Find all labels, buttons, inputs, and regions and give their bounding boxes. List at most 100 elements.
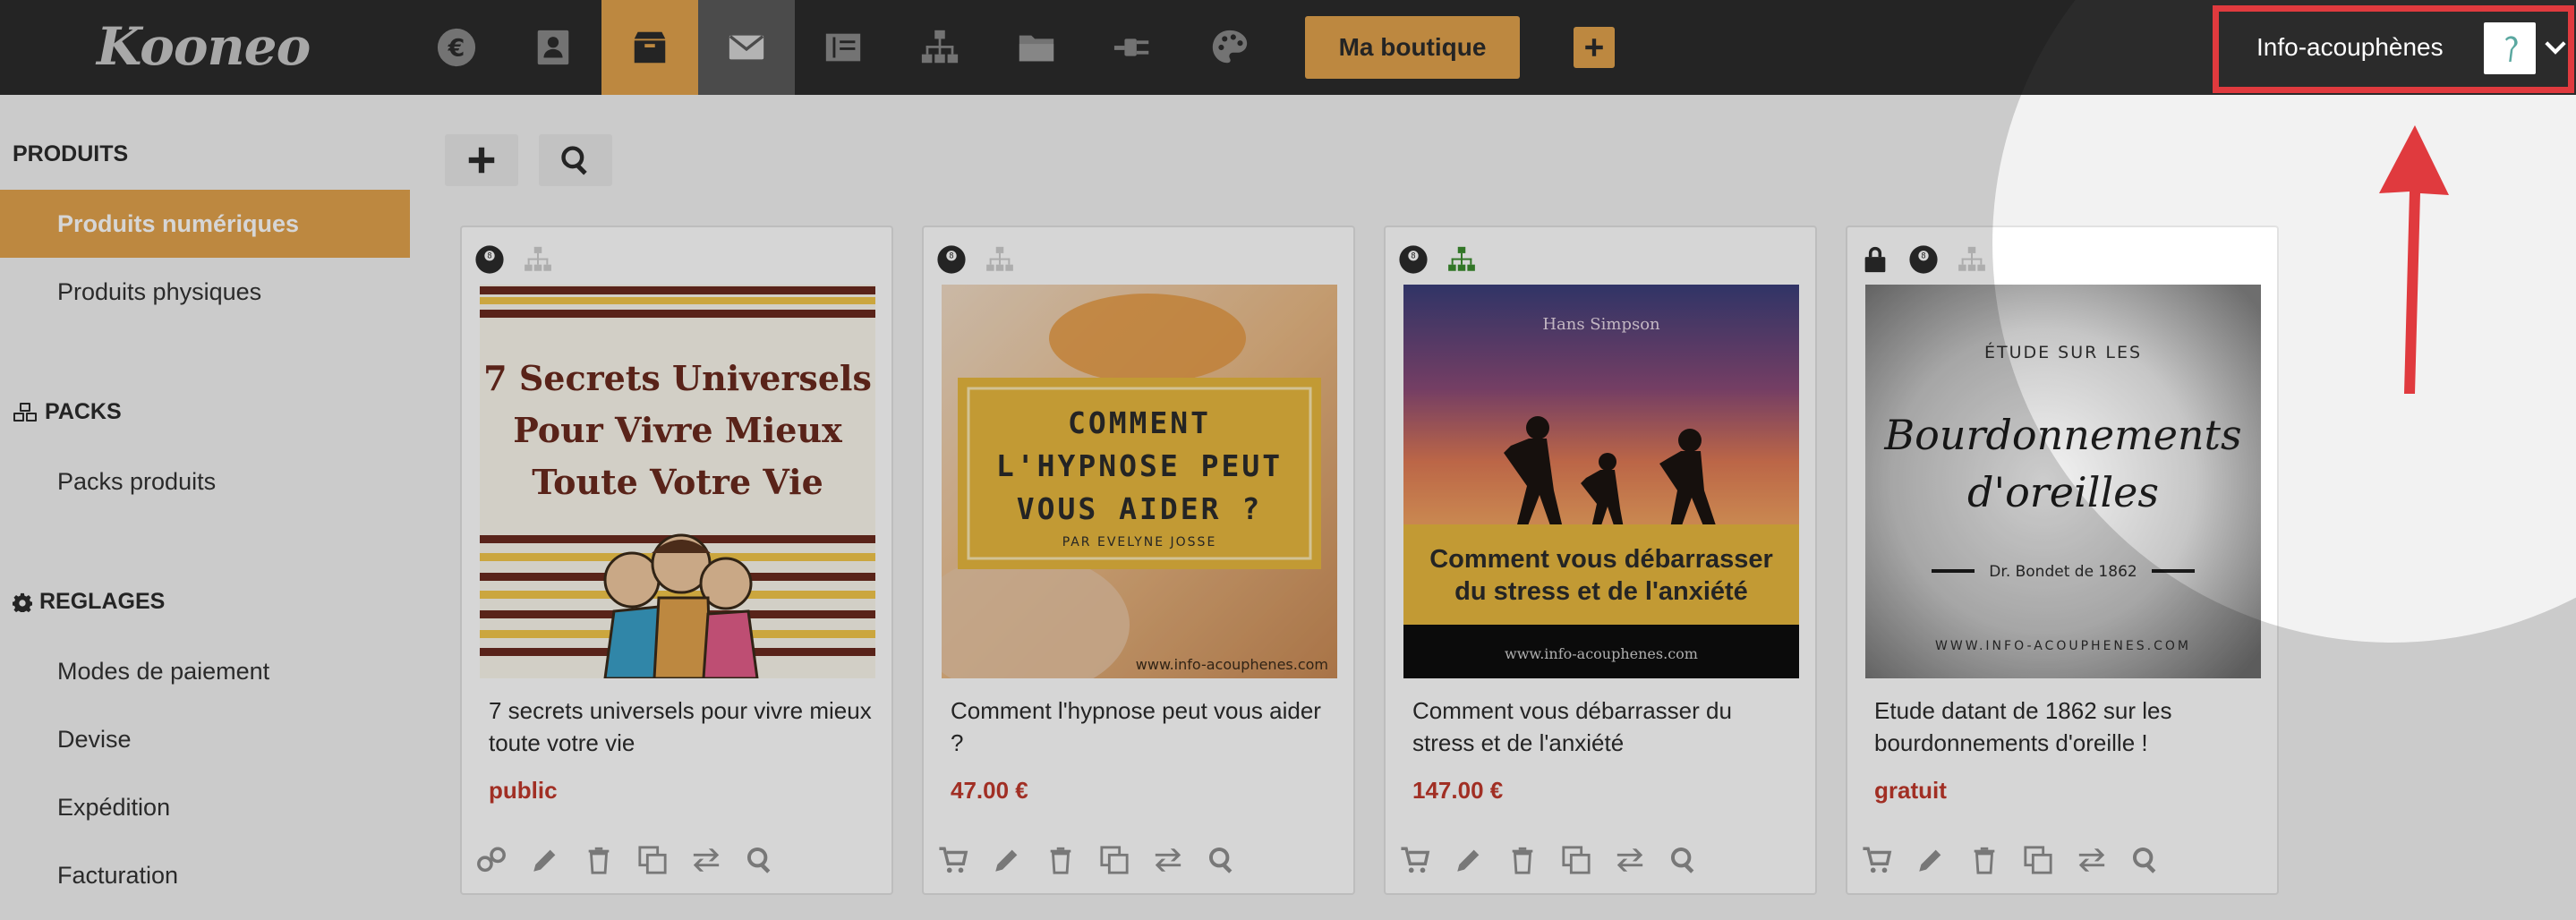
product-cover-secrets: 7 Secrets Universels Pour Vivre Mieux To… — [480, 285, 875, 678]
link-icon[interactable] — [476, 845, 507, 875]
add-button[interactable] — [1574, 27, 1615, 68]
copy-icon[interactable] — [637, 845, 668, 875]
search-icon[interactable] — [1668, 845, 1699, 875]
card-actions — [476, 845, 775, 875]
pencil-icon[interactable] — [530, 845, 560, 875]
product-title[interactable]: Comment l'hypnose peut vous aider ? — [951, 694, 1335, 759]
folder-icon — [1019, 35, 1054, 62]
product-price: gratuit — [1874, 777, 1947, 804]
cubes-icon — [13, 402, 37, 422]
cover-line-2: Pour Vivre Mieux — [513, 410, 842, 450]
trash-icon[interactable] — [1969, 845, 2000, 875]
copy-icon[interactable] — [2023, 845, 2053, 875]
product-card[interactable]: 8 COMMENT L'HYPNOSE PEUT VOUS AIDER ? PA… — [922, 226, 1355, 895]
section-label: REGLAGES — [39, 589, 166, 614]
product-title[interactable]: Etude datant de 1862 sur les bourdonneme… — [1874, 694, 2259, 759]
search-button[interactable] — [539, 134, 612, 186]
account-menu[interactable]: Info-acouphènes — [2213, 5, 2574, 93]
sidebar-item-digital-products[interactable]: Produits numériques — [0, 190, 410, 258]
product-price: 47.00 € — [951, 777, 1028, 804]
product-title[interactable]: 7 secrets universels pour vivre mieux to… — [489, 694, 874, 759]
product-card[interactable]: 8 ÉTUDE SUR LES Bourdonnements d'oreille… — [1846, 226, 2279, 895]
plus-icon — [1585, 38, 1603, 56]
gear-icon — [13, 592, 32, 612]
product-card[interactable]: 8 Hans Simpson Comment vous débarrasser … — [1384, 226, 1817, 895]
svg-text:8: 8 — [1411, 252, 1415, 261]
cover-line-1: ÉTUDE SUR LES — [1984, 342, 2142, 362]
sidebar-item-product-packs[interactable]: Packs produits — [0, 447, 410, 515]
card-flags: 8 — [936, 242, 1015, 277]
add-product-button[interactable] — [445, 134, 518, 186]
section-label: PRODUITS — [13, 141, 129, 166]
cart-icon[interactable] — [1862, 845, 1892, 875]
nav-pages[interactable] — [795, 0, 891, 95]
svg-text:€: € — [448, 35, 465, 63]
nav-sales[interactable]: € — [408, 0, 505, 95]
contacts-icon — [537, 30, 569, 65]
section-label: PACKS — [45, 399, 122, 424]
pencil-icon[interactable] — [1454, 845, 1484, 875]
search-icon[interactable] — [2130, 845, 2161, 875]
cover-author: PAR EVELYNE JOSSE — [1062, 535, 1217, 549]
pencil-icon[interactable] — [992, 845, 1022, 875]
cart-icon[interactable] — [938, 845, 968, 875]
exchange-icon[interactable] — [691, 845, 721, 875]
cover-line-1: Comment vous débarrasser — [1429, 545, 1773, 574]
nav-contacts[interactable] — [505, 0, 601, 95]
pointer-arrow — [2379, 125, 2449, 394]
product-title[interactable]: Comment vous débarrasser du stress et de… — [1412, 694, 1797, 759]
nav-mail[interactable] — [698, 0, 795, 95]
pencil-icon[interactable] — [1915, 845, 1946, 875]
product-cover-hypnosis: COMMENT L'HYPNOSE PEUT VOUS AIDER ? PAR … — [942, 285, 1337, 678]
exchange-icon[interactable] — [1615, 845, 1645, 875]
book-icon — [825, 33, 861, 62]
my-shop-button[interactable]: Ma boutique — [1305, 16, 1520, 79]
product-image[interactable]: 7 Secrets Universels Pour Vivre Mieux To… — [480, 285, 875, 678]
card-actions — [1862, 845, 2161, 875]
cart-icon[interactable] — [1400, 845, 1430, 875]
card-actions — [1400, 845, 1699, 875]
billiard-ball-icon: 8 — [1399, 245, 1428, 274]
copy-icon[interactable] — [1099, 845, 1130, 875]
product-cover-ringing: ÉTUDE SUR LES Bourdonnements d'oreilles … — [1865, 285, 2261, 678]
sidebar-item-billing[interactable]: Facturation — [0, 841, 410, 909]
exchange-icon[interactable] — [2077, 845, 2107, 875]
chevron-down-icon[interactable] — [2543, 38, 2568, 60]
product-image[interactable]: Hans Simpson Comment vous débarrasser du… — [1403, 285, 1799, 678]
sidebar-item-currency[interactable]: Devise — [0, 705, 410, 773]
product-image[interactable]: COMMENT L'HYPNOSE PEUT VOUS AIDER ? PAR … — [942, 285, 1337, 678]
nav-affiliation[interactable] — [891, 0, 988, 95]
search-icon[interactable] — [745, 845, 775, 875]
exchange-icon[interactable] — [1153, 845, 1183, 875]
nav-design[interactable] — [1181, 0, 1278, 95]
kooneo-logo[interactable]: Kooneo — [97, 16, 311, 77]
lock-icon — [1864, 246, 1886, 273]
plug-icon — [1113, 38, 1149, 56]
sitemap-icon — [1448, 246, 1475, 271]
svg-text:8: 8 — [949, 252, 953, 261]
trash-icon[interactable] — [1045, 845, 1076, 875]
palette-icon — [1212, 30, 1248, 64]
cover-url: www.info-acouphenes.com — [1505, 645, 1698, 662]
nav-products[interactable] — [601, 0, 698, 95]
product-card[interactable]: 8 7 Secrets Universels Pour Vivre Mieux … — [460, 226, 893, 895]
search-icon[interactable] — [1207, 845, 1237, 875]
account-name: Info-acouphènes — [2256, 33, 2444, 61]
sidebar-item-payment-methods[interactable]: Modes de paiement — [0, 637, 410, 705]
nav-files[interactable] — [988, 0, 1085, 95]
copy-icon[interactable] — [1561, 845, 1591, 875]
product-price: public — [489, 777, 558, 804]
cover-line-3: Toute Votre Vie — [532, 462, 823, 502]
card-flags: 8 — [474, 242, 553, 277]
svg-text:8: 8 — [487, 252, 491, 261]
trash-icon[interactable] — [1507, 845, 1538, 875]
product-image[interactable]: ÉTUDE SUR LES Bourdonnements d'oreilles … — [1865, 285, 2261, 678]
section-title-products: PRODUITS — [13, 141, 128, 167]
mail-icon — [729, 35, 764, 60]
cover-url: WWW.INFO-ACOUPHENES.COM — [1935, 639, 2191, 653]
sidebar-item-physical-products[interactable]: Produits physiques — [0, 258, 410, 326]
product-cover-stress: Hans Simpson Comment vous débarrasser du… — [1403, 285, 1799, 678]
trash-icon[interactable] — [584, 845, 614, 875]
sidebar-item-shipping[interactable]: Expédition — [0, 773, 410, 841]
nav-integrations[interactable] — [1085, 0, 1181, 95]
